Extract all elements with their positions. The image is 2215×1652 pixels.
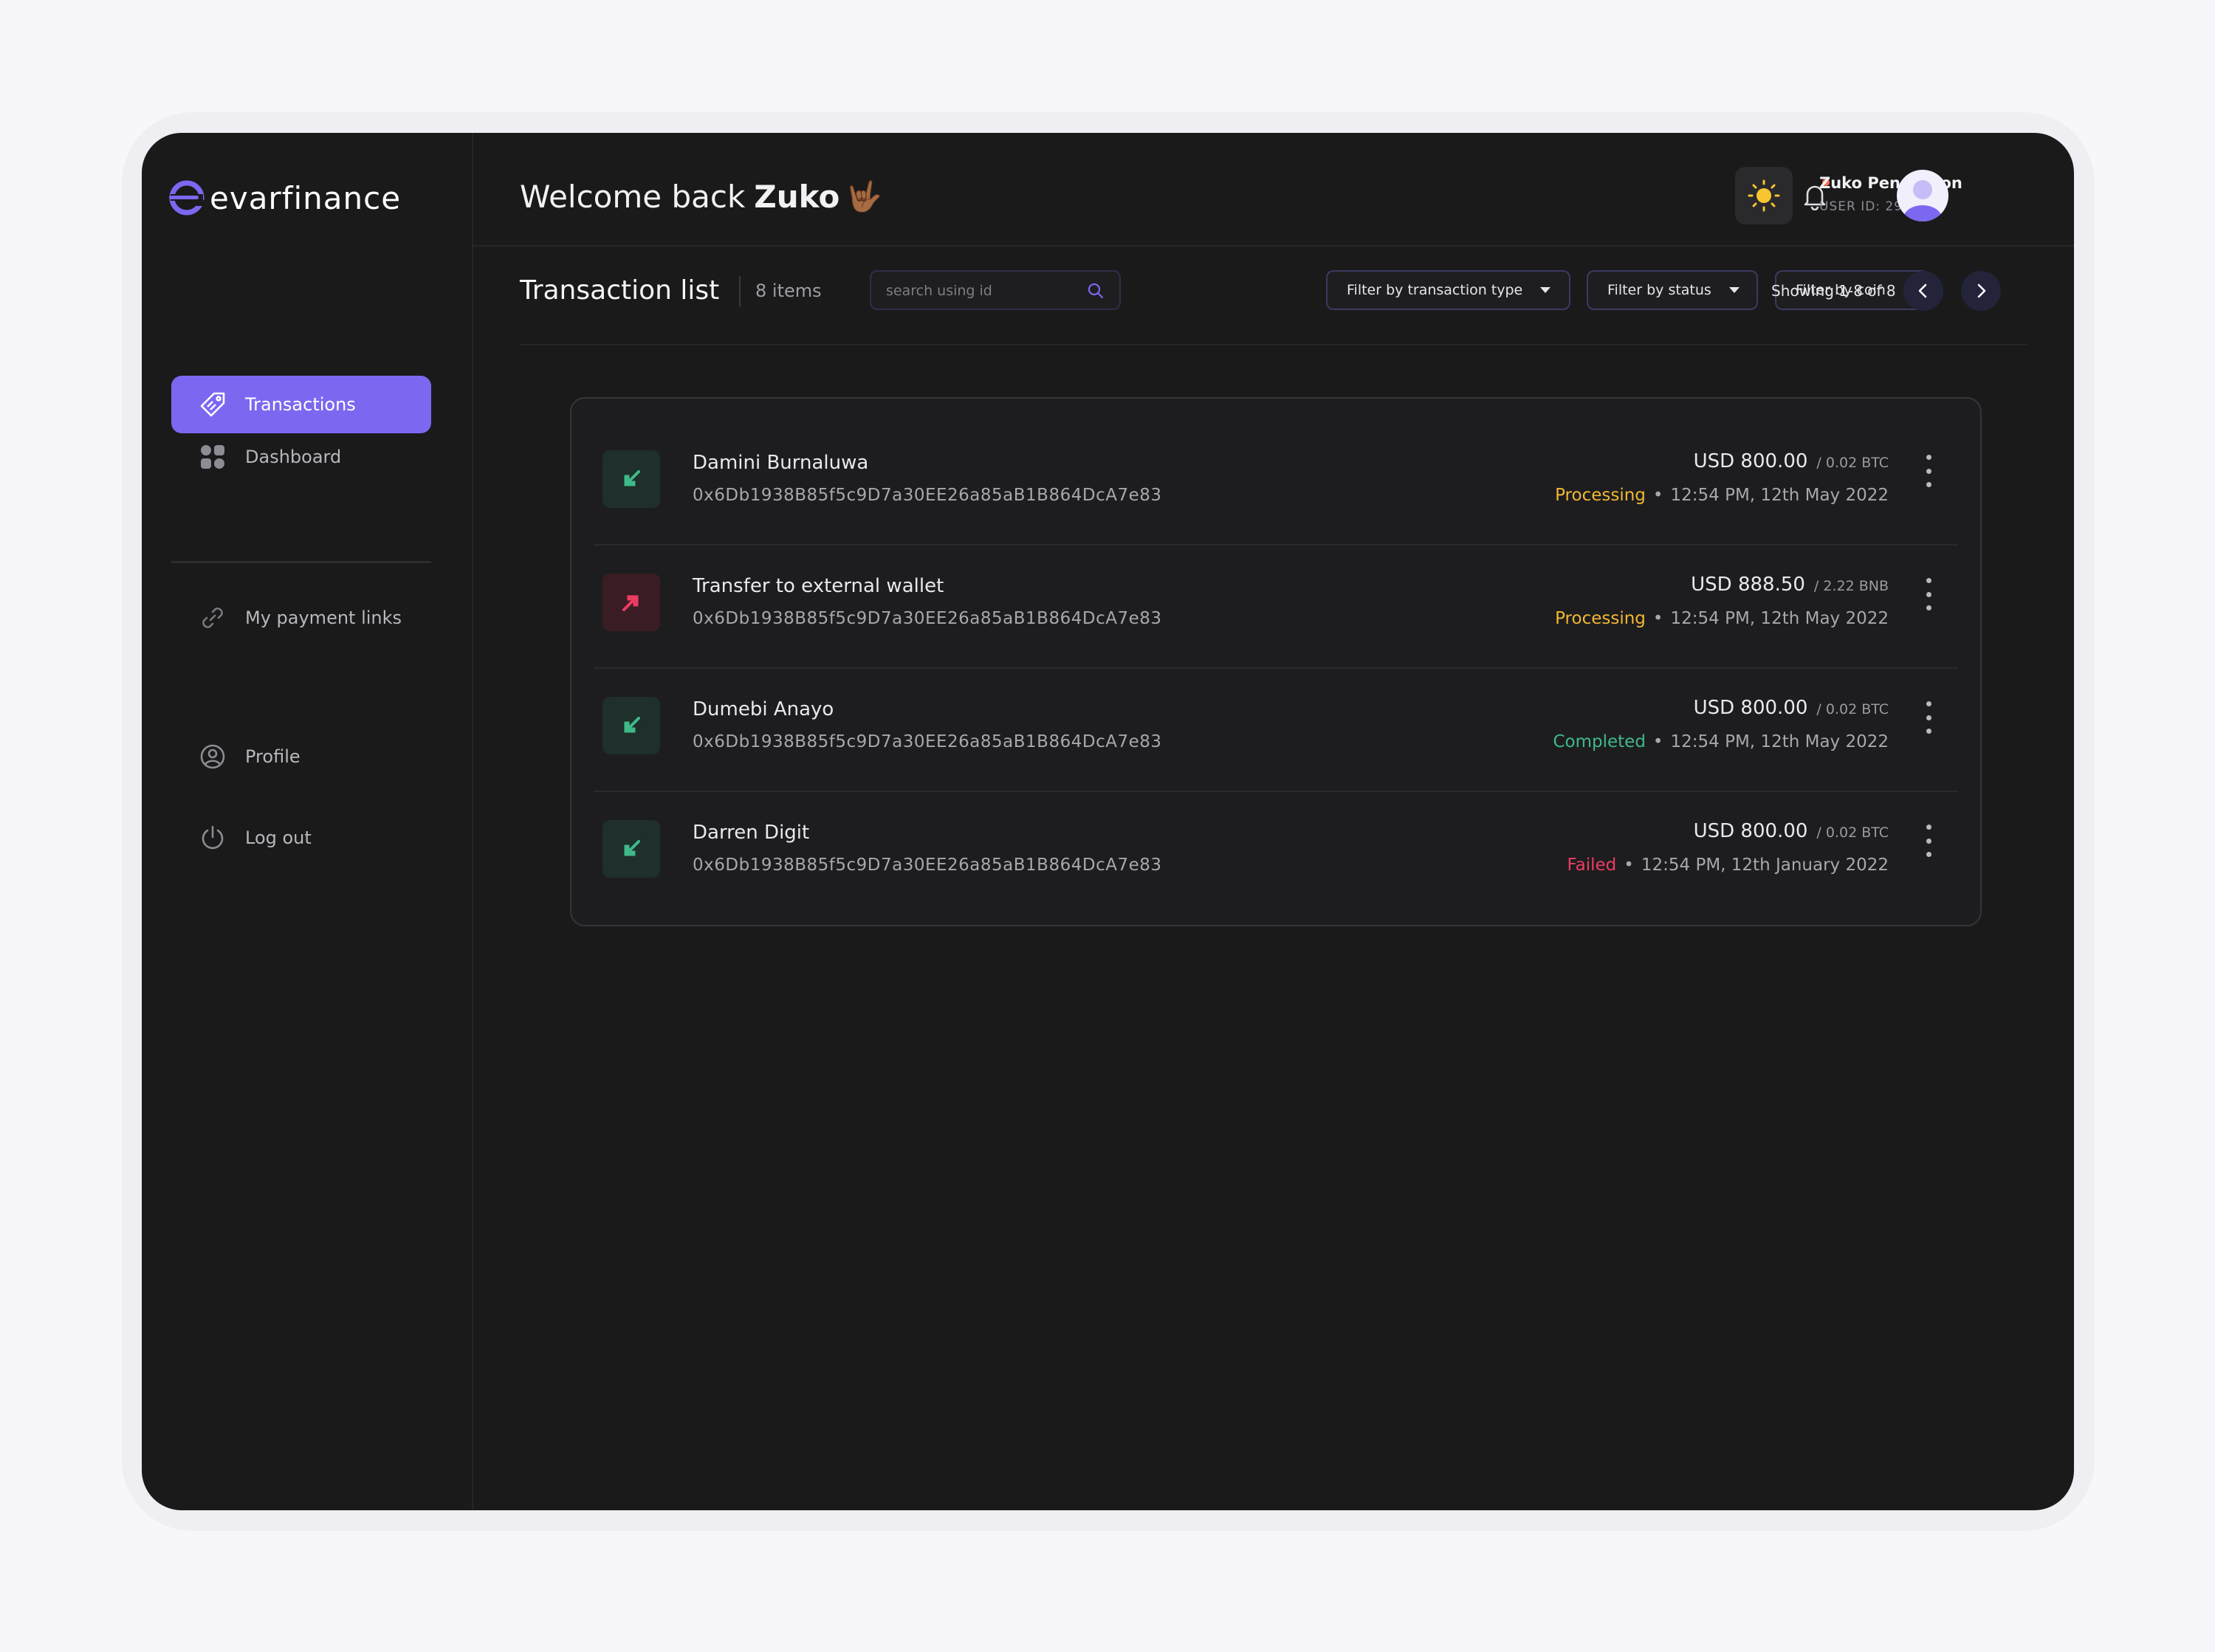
status-badge: Processing (1555, 609, 1646, 628)
transaction-amount: USD 800.00 / 0.02 BTC (1694, 450, 1889, 472)
filter-label: Filter by transaction type (1347, 282, 1523, 298)
outgoing-arrow-icon (602, 574, 660, 631)
tag-icon (198, 390, 227, 419)
incoming-arrow-icon (602, 820, 660, 878)
caret-down-icon (1728, 287, 1740, 293)
transaction-hash: 0x6Db1938B85f5c9D7a30EE26a85aB1B864DcA7e… (693, 609, 1162, 628)
chevron-left-icon (1918, 283, 1927, 298)
incoming-arrow-icon (602, 450, 660, 508)
transaction-status-line: Processing • 12:54 PM, 12th May 2022 (1555, 486, 1889, 505)
transaction-name: Darren Digit (693, 822, 810, 844)
filter-status-dropdown[interactable]: Filter by status (1587, 270, 1758, 310)
bullet-separator: • (1624, 856, 1634, 875)
transaction-row[interactable]: Transfer to external wallet 0x6Db1938B85… (594, 545, 1958, 669)
transaction-toolbar: Transaction list 8 items Filter by trans… (520, 270, 2027, 345)
more-options-icon[interactable] (1921, 578, 1936, 610)
transaction-datetime: 12:54 PM, 12th May 2022 (1670, 609, 1889, 628)
transaction-amount: USD 800.00 / 0.02 BTC (1694, 820, 1889, 842)
more-options-icon[interactable] (1921, 455, 1936, 487)
welcome-name: Zuko (754, 179, 840, 215)
welcome-text: Welcome back (520, 179, 746, 215)
transaction-datetime: 12:54 PM, 12th May 2022 (1670, 486, 1889, 505)
page-title: Transaction list (520, 275, 720, 306)
sidebar-item-payment-links[interactable]: My payment links (171, 589, 431, 647)
avatar[interactable] (1897, 170, 1948, 221)
sun-icon (1748, 179, 1780, 212)
transaction-hash: 0x6Db1938B85f5c9D7a30EE26a85aB1B864DcA7e… (693, 856, 1162, 875)
amount-usd: USD 888.50 (1691, 574, 1805, 596)
link-icon (198, 603, 227, 633)
transaction-name: Transfer to external wallet (693, 575, 944, 597)
previous-page-button[interactable] (1903, 271, 1943, 311)
transaction-status-line: Failed • 12:54 PM, 12th January 2022 (1567, 856, 1889, 875)
bullet-separator: • (1652, 732, 1663, 751)
transaction-name: Dumebi Anayo (693, 698, 834, 720)
transaction-status-line: Completed • 12:54 PM, 12th May 2022 (1553, 732, 1889, 751)
app-screen: evarfinance Dashboard Transactions My pa… (142, 133, 2074, 1510)
sidebar-item-dashboard[interactable]: Dashboard (171, 428, 431, 486)
amount-usd: USD 800.00 (1693, 450, 1808, 472)
more-options-icon[interactable] (1921, 701, 1936, 734)
status-badge: Completed (1553, 732, 1646, 751)
filter-transaction-type-dropdown[interactable]: Filter by transaction type (1326, 270, 1570, 310)
sidebar-item-label: Log out (245, 827, 312, 848)
chevron-right-icon (1977, 283, 1986, 298)
transaction-name: Damini Burnaluwa (693, 452, 869, 474)
theme-toggle-button[interactable] (1735, 167, 1793, 224)
filter-label: Filter by status (1607, 282, 1711, 298)
amount-crypto: / 0.02 BTC (1816, 825, 1889, 841)
power-icon (198, 823, 227, 853)
top-bar: Welcome back Zuko 🤟🏾 Zuko Pendragon USER… (473, 133, 2074, 247)
pagination-summary: Showing 1-8 of 8 (1771, 282, 1896, 300)
bullet-separator: • (1652, 486, 1663, 505)
sidebar-divider (171, 561, 431, 563)
rock-hand-emoji: 🤟🏾 (845, 180, 883, 214)
user-circle-icon (198, 742, 227, 771)
transaction-list: Damini Burnaluwa 0x6Db1938B85f5c9D7a30EE… (570, 397, 1982, 926)
amount-crypto: / 0.02 BTC (1816, 455, 1889, 471)
transaction-datetime: 12:54 PM, 12th January 2022 (1641, 856, 1889, 875)
sidebar-item-label: Profile (245, 746, 301, 767)
sidebar-item-logout[interactable]: Log out (171, 809, 431, 867)
status-badge: Processing (1555, 486, 1646, 505)
welcome-heading: Welcome back Zuko 🤟🏾 (520, 179, 882, 215)
item-count: 8 items (755, 281, 822, 301)
caret-down-icon (1540, 287, 1551, 293)
grid-icon (198, 442, 227, 472)
amount-crypto: / 0.02 BTC (1816, 701, 1889, 717)
bullet-separator: • (1652, 609, 1663, 628)
search-input[interactable] (885, 272, 1087, 310)
incoming-arrow-icon (602, 697, 660, 754)
brand-logo[interactable]: evarfinance (167, 176, 401, 220)
sidebar: evarfinance Dashboard Transactions My pa… (142, 133, 473, 1510)
sidebar-item-profile[interactable]: Profile (171, 728, 431, 785)
search-field[interactable] (870, 270, 1121, 310)
amount-usd: USD 800.00 (1693, 697, 1808, 719)
transaction-row[interactable]: Dumebi Anayo 0x6Db1938B85f5c9D7a30EE26a8… (594, 669, 1958, 792)
status-badge: Failed (1567, 856, 1617, 875)
transaction-datetime: 12:54 PM, 12th May 2022 (1670, 732, 1889, 751)
transaction-status-line: Processing • 12:54 PM, 12th May 2022 (1555, 609, 1889, 628)
sidebar-item-label: Transactions (245, 394, 356, 415)
sidebar-item-label: Dashboard (245, 447, 342, 467)
transaction-hash: 0x6Db1938B85f5c9D7a30EE26a85aB1B864DcA7e… (693, 486, 1162, 505)
evar-logo-icon (169, 180, 205, 216)
transaction-row[interactable]: Damini Burnaluwa 0x6Db1938B85f5c9D7a30EE… (594, 422, 1958, 545)
sidebar-item-transactions[interactable]: Transactions (171, 376, 431, 433)
transaction-amount: USD 888.50 / 2.22 BNB (1691, 574, 1889, 596)
next-page-button[interactable] (1961, 271, 2001, 311)
more-options-icon[interactable] (1921, 825, 1936, 857)
main-content: Welcome back Zuko 🤟🏾 Zuko Pendragon USER… (473, 133, 2074, 1510)
amount-usd: USD 800.00 (1693, 820, 1808, 842)
brand-name: evarfinance (210, 179, 402, 216)
search-icon[interactable] (1087, 282, 1105, 300)
transaction-row[interactable]: Darren Digit 0x6Db1938B85f5c9D7a30EE26a8… (594, 792, 1958, 915)
transaction-hash: 0x6Db1938B85f5c9D7a30EE26a85aB1B864DcA7e… (693, 732, 1162, 751)
sidebar-item-label: My payment links (245, 608, 402, 628)
transaction-amount: USD 800.00 / 0.02 BTC (1694, 697, 1889, 719)
amount-crypto: / 2.22 BNB (1813, 578, 1889, 594)
title-divider (739, 276, 741, 307)
